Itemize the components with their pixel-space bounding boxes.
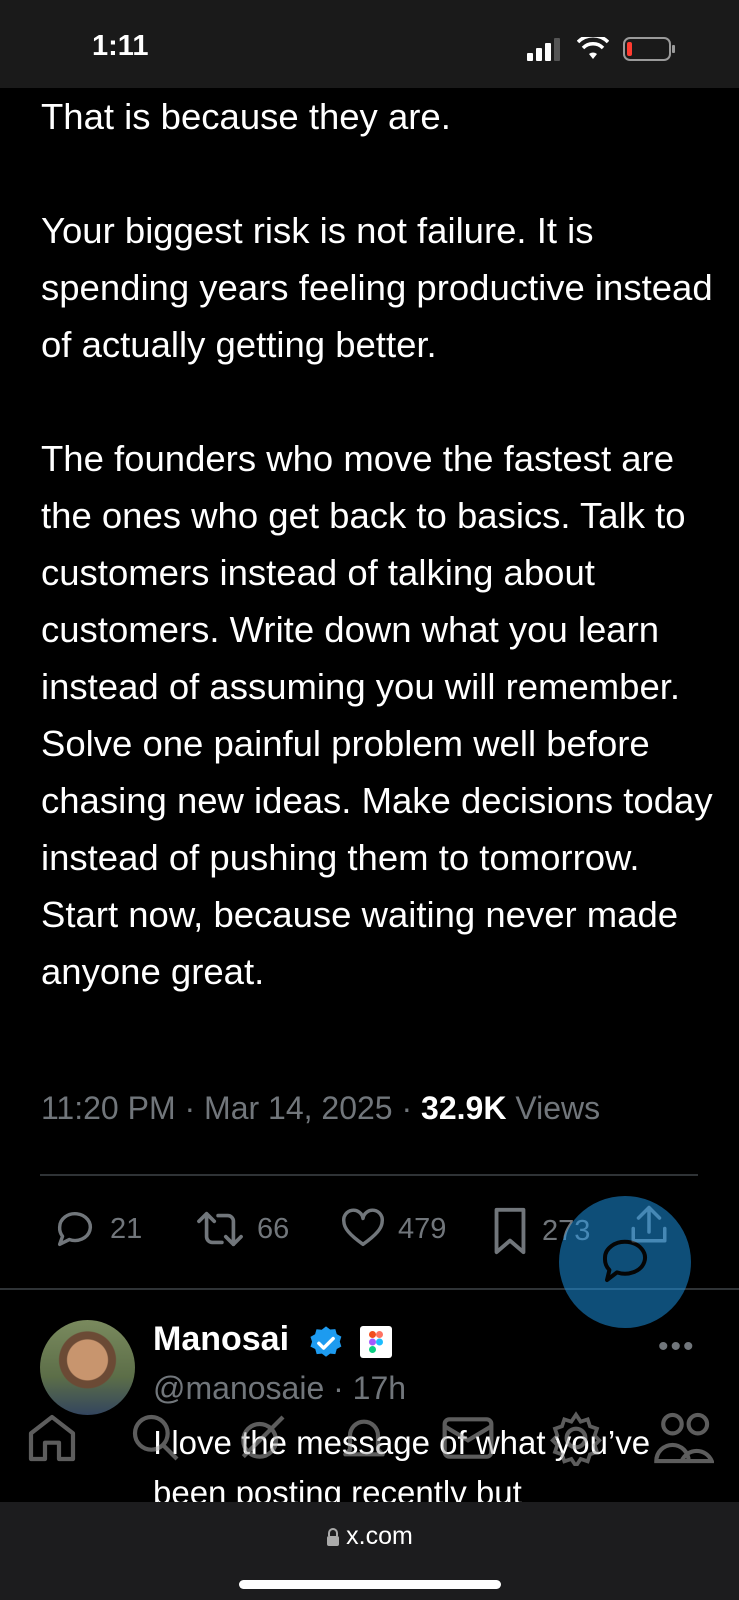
like-icon xyxy=(342,1208,384,1247)
messages-icon[interactable] xyxy=(440,1410,496,1466)
reply-count: 21 xyxy=(110,1212,143,1245)
reply-button[interactable]: 21 xyxy=(52,1206,142,1252)
battery-low-icon xyxy=(623,37,675,61)
status-bar: 1:11 xyxy=(0,0,739,88)
figma-logo-icon xyxy=(369,1331,383,1353)
post-timestamp[interactable]: 11:20 PM · Mar 14, 2025 · xyxy=(41,1090,421,1126)
cellular-signal-icon xyxy=(527,38,560,61)
url-field[interactable]: x.com xyxy=(0,1522,739,1551)
home-icon[interactable] xyxy=(24,1410,80,1466)
views-count: 32.9K xyxy=(421,1090,507,1126)
repost-button[interactable]: 66 xyxy=(195,1206,289,1252)
repost-count: 66 xyxy=(257,1212,290,1245)
grok-icon[interactable] xyxy=(234,1410,290,1466)
compose-reply-icon xyxy=(602,1239,647,1282)
more-options-button[interactable]: ••• xyxy=(658,1330,696,1364)
lock-icon xyxy=(327,1528,340,1546)
search-icon[interactable] xyxy=(128,1410,184,1466)
browser-url-bar: x.com xyxy=(0,1502,739,1600)
meta-divider xyxy=(40,1174,698,1176)
status-time: 1:11 xyxy=(92,30,149,62)
status-icons xyxy=(527,36,677,62)
repost-icon xyxy=(197,1211,243,1247)
home-indicator[interactable] xyxy=(239,1580,501,1589)
verified-badge-icon xyxy=(310,1326,342,1357)
reply-icon xyxy=(57,1212,93,1247)
communities-icon[interactable] xyxy=(548,1410,604,1466)
bookmark-icon xyxy=(494,1207,526,1255)
people-icon[interactable] xyxy=(654,1410,714,1466)
post-meta: 11:20 PM · Mar 14, 2025 · 32.9K Views xyxy=(41,1090,600,1127)
views-label: Views xyxy=(506,1090,601,1126)
url-text: x.com xyxy=(346,1522,413,1550)
wifi-icon xyxy=(577,37,609,59)
like-button[interactable]: 479 xyxy=(340,1206,446,1252)
post-text: That is because they are. Your biggest r… xyxy=(41,96,713,992)
reply-author-name[interactable]: Manosai xyxy=(153,1320,289,1359)
affiliate-badge xyxy=(360,1326,392,1358)
notifications-icon[interactable] xyxy=(336,1410,392,1466)
like-count: 479 xyxy=(398,1212,447,1245)
bottom-nav xyxy=(0,1374,739,1499)
